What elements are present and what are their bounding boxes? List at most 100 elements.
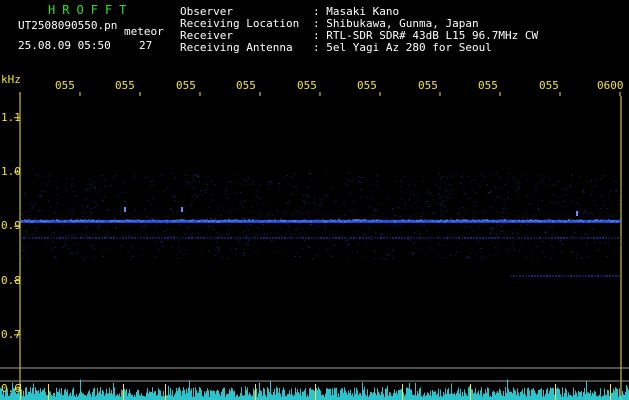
noise-dot: [307, 187, 309, 189]
noise-dot: [191, 195, 194, 197]
carrier-speckle: [242, 219, 244, 222]
noise-dot: [268, 215, 270, 217]
secondary-line-dot: [146, 237, 148, 239]
noise-dot: [531, 257, 533, 259]
noise-floor-bar: [540, 388, 541, 400]
noise-dot: [91, 245, 94, 247]
noise-floor-bar: [486, 392, 487, 400]
noise-dot: [155, 245, 158, 247]
noise-floor-bar: [565, 388, 566, 400]
secondary-line-dot: [137, 237, 139, 239]
noise-dot: [391, 224, 394, 226]
carrier-speckle: [358, 218, 360, 221]
carrier-speckle: [374, 218, 376, 221]
secondary-line-dot: [587, 237, 589, 239]
secondary-line-dot: [476, 237, 478, 239]
carrier-speckle: [426, 219, 428, 222]
noise-floor-bar: [12, 382, 13, 400]
noise-dot: [247, 229, 250, 231]
noise-dot: [303, 240, 306, 242]
carrier-speckle: [184, 219, 186, 222]
carrier-speckle: [278, 220, 280, 223]
carrier-speckle: [524, 219, 526, 222]
secondary-line-dot: [404, 237, 406, 239]
noise-floor-bar: [260, 390, 261, 400]
secondary-line-dot: [218, 237, 220, 239]
noise-floor-bar: [73, 387, 74, 400]
noise-floor-bar: [499, 388, 500, 400]
noise-floor-bar: [106, 388, 107, 400]
carrier-speckle: [312, 220, 314, 222]
noise-floor-bar: [377, 388, 378, 400]
carrier-speckle: [558, 219, 560, 222]
carrier-speckle: [474, 220, 476, 223]
noise-floor-bar: [442, 396, 443, 400]
noise-dot: [604, 242, 607, 244]
noise-dot: [503, 199, 506, 201]
noise-floor-bar: [305, 388, 306, 400]
noise-floor-bar: [27, 394, 28, 400]
noise-dot: [412, 252, 415, 254]
noise-dot: [404, 202, 407, 204]
noise-dot: [65, 182, 67, 184]
noise-dot: [255, 233, 257, 235]
carrier-speckle: [84, 219, 86, 222]
secondary-line-dot: [209, 237, 211, 239]
noise-floor-bar: [74, 395, 75, 400]
noise-dot: [65, 235, 67, 237]
secondary-line-dot: [371, 237, 373, 239]
carrier-speckle: [276, 220, 278, 222]
noise-dot: [579, 230, 582, 232]
secondary-line-dot: [323, 237, 325, 239]
noise-dot: [385, 253, 388, 255]
noise-floor-bar: [387, 385, 388, 400]
noise-dot: [76, 251, 78, 253]
noise-dot: [441, 201, 443, 203]
noise-floor-bar: [554, 394, 555, 400]
noise-dot: [555, 184, 558, 186]
noise-dot: [220, 215, 223, 217]
noise-dot: [444, 190, 447, 192]
carrier-speckle: [576, 219, 578, 222]
secondary-line-dot: [614, 237, 616, 239]
noise-floor-bar: [353, 396, 354, 400]
carrier-speckle: [24, 219, 26, 222]
secondary-line-dot: [572, 237, 574, 239]
band-dot: [543, 275, 545, 277]
noise-dot: [245, 180, 248, 182]
carrier-speckle: [334, 219, 336, 222]
carrier-speckle: [344, 220, 346, 223]
noise-floor-bar: [456, 393, 457, 400]
noise-dot: [276, 252, 279, 254]
noise-floor-bar: [469, 386, 470, 400]
noise-dot: [214, 254, 216, 256]
noise-dot: [284, 223, 286, 225]
noise-dot: [218, 246, 220, 248]
noise-dot: [90, 207, 93, 209]
noise-dot: [542, 251, 545, 253]
noise-dot: [583, 192, 585, 194]
noise-dot: [55, 182, 57, 184]
secondary-line-dot: [272, 237, 274, 239]
noise-floor-bar: [382, 387, 383, 400]
noise-floor-bar: [286, 395, 287, 400]
noise-dot: [600, 207, 602, 209]
noise-dot: [484, 212, 486, 214]
noise-dot: [63, 245, 66, 247]
noise-floor-bar: [14, 388, 15, 400]
carrier-speckle: [514, 219, 516, 222]
noise-dot: [524, 173, 527, 175]
noise-floor-bar: [627, 387, 628, 400]
secondary-line-dot: [530, 237, 532, 239]
noise-dot: [456, 173, 458, 175]
noise-floor-bar: [141, 393, 142, 400]
secondary-line-dot: [173, 237, 175, 239]
carrier-speckle: [492, 219, 494, 222]
noise-floor-bar: [310, 387, 311, 400]
carrier-speckle: [318, 219, 320, 222]
noise-dot: [357, 175, 360, 177]
noise-dot: [619, 192, 622, 194]
carrier-speckle: [294, 220, 296, 223]
noise-floor-bar: [68, 396, 69, 400]
noise-dot: [47, 200, 50, 202]
